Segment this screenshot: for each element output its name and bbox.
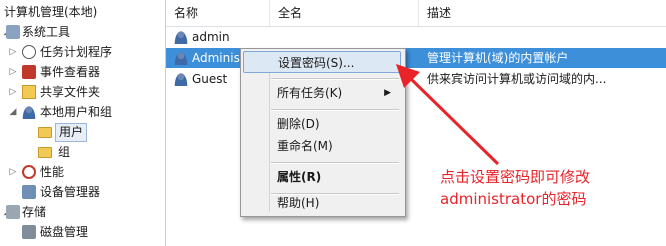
annotation-text: 点击设置密码即可修改 administrator的密码 <box>440 166 590 210</box>
tree-label: 磁盘管理 <box>40 225 89 239</box>
menu-separator <box>271 78 399 80</box>
device-manager-icon <box>22 185 36 199</box>
tree-label: 设备管理器 <box>40 185 101 199</box>
tree-label: 性能 <box>40 165 65 179</box>
storage-icon <box>6 205 20 219</box>
menu-item-label: 帮助(H) <box>277 196 320 210</box>
tree-root-label: 计算机管理(本地) <box>4 5 98 19</box>
console-tree: 计算机管理(本地) ◢ 系统工具 ▷ 任务计划程序 ▷ 事件查看器 ▷ 共享文件… <box>0 0 166 246</box>
performance-icon <box>22 165 36 179</box>
user-name: Guest <box>192 72 228 86</box>
menu-item-delete[interactable]: 删除(D) <box>243 113 401 135</box>
tree-label: 共享文件夹 <box>40 85 101 99</box>
disk-icon <box>22 225 36 239</box>
tools-icon <box>6 25 20 39</box>
menu-item-label: 重命名(M) <box>277 139 333 153</box>
context-menu: 设置密码(S)... 所有任务(K) ▶ 删除(D) 重命名(M) 属性(R) … <box>240 48 406 217</box>
menu-item-all-tasks[interactable]: 所有任务(K) ▶ <box>243 82 401 104</box>
column-header-description[interactable]: 描述 <box>419 0 666 26</box>
collapsed-arrow-icon[interactable]: ▷ <box>8 42 18 62</box>
menu-item-help[interactable]: 帮助(H) <box>243 192 401 214</box>
collapsed-arrow-icon[interactable]: ▷ <box>8 82 18 102</box>
collapsed-arrow-icon[interactable]: ▷ <box>8 62 18 82</box>
menu-separator <box>271 109 399 111</box>
event-viewer-icon <box>22 65 36 79</box>
menu-item-rename[interactable]: 重命名(M) <box>243 135 401 157</box>
menu-separator <box>271 162 399 164</box>
tree-label: 组 <box>58 145 71 159</box>
user-row-admin[interactable]: admin <box>166 27 666 47</box>
column-header-name[interactable]: 名称 <box>166 0 270 26</box>
expanded-arrow-icon[interactable]: ◢ <box>8 102 18 122</box>
list-header: 名称 全名 描述 <box>166 0 666 27</box>
user-name: Administ <box>192 51 245 65</box>
folder-icon <box>38 127 52 138</box>
annotation-arrow-icon <box>396 64 500 166</box>
annotation-line-1: 点击设置密码即可修改 <box>440 168 591 186</box>
column-header-fullname[interactable]: 全名 <box>270 0 419 26</box>
user-icon <box>174 51 188 65</box>
menu-item-label: 设置密码(S)... <box>278 56 355 70</box>
shared-folder-icon <box>22 85 36 99</box>
tree-label: 系统工具 <box>22 25 71 39</box>
tree-label: 任务计划程序 <box>40 45 113 59</box>
menu-item-label: 属性(R) <box>277 170 322 184</box>
menu-item-label: 所有任务(K) <box>277 86 343 100</box>
user-icon <box>174 72 188 86</box>
user-icon <box>174 30 188 44</box>
annotation-line-2: administrator的密码 <box>440 190 587 208</box>
tree-label: 本地用户和组 <box>40 105 113 119</box>
tree-label: 事件查看器 <box>40 65 101 79</box>
tree-label-selected: 用户 <box>55 123 88 142</box>
user-name: admin <box>192 30 230 44</box>
folder-icon <box>38 147 52 158</box>
tree-label: 存储 <box>22 205 47 219</box>
menu-item-set-password[interactable]: 设置密码(S)... <box>243 51 401 73</box>
clock-icon <box>22 45 36 59</box>
menu-item-label: 删除(D) <box>277 117 320 131</box>
users-group-icon <box>22 105 36 119</box>
menu-item-properties[interactable]: 属性(R) <box>243 166 401 188</box>
collapsed-arrow-icon[interactable]: ▷ <box>8 162 18 182</box>
